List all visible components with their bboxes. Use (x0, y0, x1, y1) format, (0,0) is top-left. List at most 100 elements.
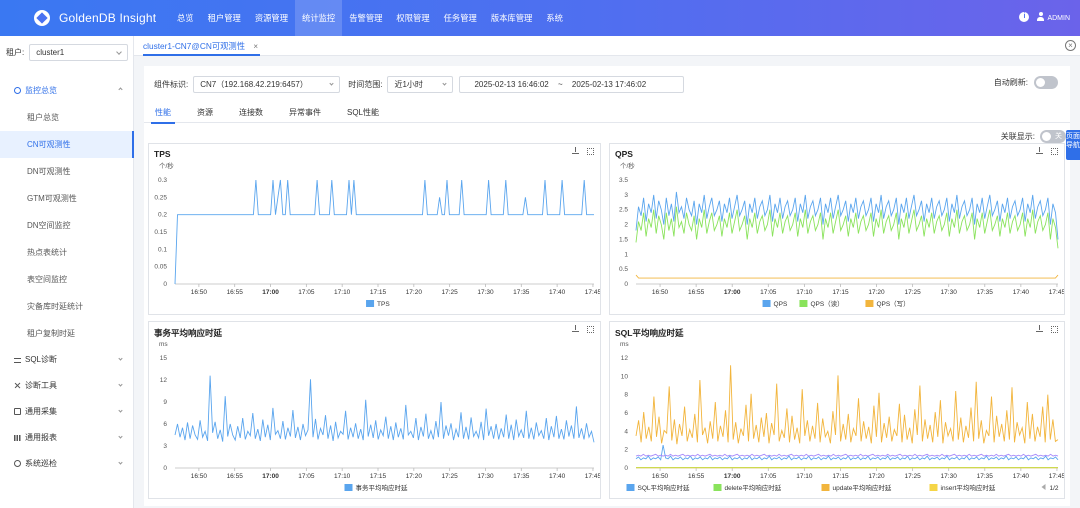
auto-refresh-label: 自动刷新: (993, 78, 1028, 87)
sidebar-group[interactable]: 通用采集 (0, 399, 134, 425)
x-tick-label: 17:40 (549, 289, 566, 296)
sidebar-item[interactable]: CN可观测性 (0, 131, 134, 158)
legend-swatch[interactable] (762, 300, 771, 307)
legend-label[interactable]: insert平均响应时延 (941, 483, 996, 492)
legend-label[interactable]: QPS（读） (810, 299, 843, 308)
sidebar-group[interactable]: SQL诊断 (0, 347, 134, 373)
y-tick-label: 1.5 (619, 236, 628, 243)
goldendb-logo-icon (34, 10, 50, 26)
sidebar-group[interactable]: 诊断工具 (0, 373, 134, 399)
series-line (635, 191, 1059, 240)
sub-tab[interactable]: SQL性能 (347, 104, 379, 123)
linked-display-toggle[interactable]: 关 (1040, 130, 1066, 143)
legend-label[interactable]: SQL平均响应时延 (638, 483, 691, 492)
y-tick-label: 0 (624, 465, 628, 472)
info-icon[interactable]: i (1019, 12, 1030, 22)
y-tick-label: 2 (624, 447, 628, 454)
datetime-range-picker[interactable]: 2025-02-13 16:46:02 ~ 2025-02-13 17:46:0… (459, 75, 685, 93)
sidebar-item[interactable]: GTM可观测性 (0, 185, 134, 212)
chart-svg: ms 0 3 6 9 12 15 16:50 16:55 17:00 17:05 17:10 17:15… (159, 341, 600, 492)
legend-swatch[interactable] (626, 484, 635, 491)
chevron-down-icon (118, 382, 123, 387)
nav-item[interactable]: 总览 (170, 0, 201, 36)
sub-tab[interactable]: 资源 (197, 104, 213, 123)
nav-item[interactable]: 任务管理 (437, 0, 484, 36)
legend-label[interactable]: 事务平均响应时延 (356, 483, 409, 492)
sql-icon (14, 358, 21, 363)
legend-label[interactable]: update平均响应时延 (833, 483, 892, 492)
user-menu[interactable]: ADMIN (1037, 12, 1070, 22)
legend-label[interactable]: delete平均响应时延 (725, 483, 782, 492)
y-tick-label: 0.5 (619, 266, 628, 273)
user-name: ADMIN (1047, 15, 1070, 22)
sidebar-group[interactable]: 系统巡检 (0, 451, 134, 477)
x-tick-label: 17:25 (904, 473, 921, 480)
page-tab-cn-observability[interactable]: cluster1-CN7@CN可观测性 × (143, 36, 260, 56)
time-range-select[interactable]: 近1小时 (387, 75, 454, 93)
nav-item[interactable]: 权限管理 (389, 0, 436, 36)
x-tick-label: 17:10 (334, 289, 351, 296)
end-time: 2025-02-13 17:46:02 (571, 79, 647, 89)
tenant-select[interactable]: cluster1 (29, 44, 129, 61)
sidebar-item[interactable]: 租户总览 (0, 104, 134, 131)
legend-swatch[interactable] (713, 484, 722, 491)
nav-item[interactable]: 系统 (539, 0, 570, 36)
y-tick-label: 0.1 (158, 246, 167, 253)
time-range-label: 时间范围: (348, 79, 383, 89)
x-tick-label: 17:40 (1013, 289, 1030, 296)
nav-item[interactable]: 资源管理 (248, 0, 295, 36)
sidebar-item[interactable]: DN空间监控 (0, 212, 134, 239)
tools-icon (14, 382, 21, 389)
x-tick-label: 16:50 (191, 289, 208, 296)
qps-chart-panel: QPS 个/秒 0 0.5 1 1.5 2 2.5 3 3.5 16:50 16:55 17:00 17:… (609, 143, 1065, 315)
legend-label[interactable]: QPS (774, 301, 788, 308)
legend-swatch[interactable] (344, 484, 353, 491)
sidebar-item[interactable]: 灾备库时延统计 (0, 293, 134, 320)
sidebar-item[interactable]: 租户复制时延 (0, 320, 134, 347)
legend-swatch[interactable] (929, 484, 938, 491)
auto-refresh-toggle[interactable] (1034, 76, 1058, 89)
x-tick-label: 16:50 (191, 473, 208, 480)
nav-item[interactable]: 版本库管理 (484, 0, 540, 36)
x-tick-label: 17:35 (977, 473, 994, 480)
sidebar-group-label: 通用报表 (25, 433, 57, 442)
sub-tab[interactable]: 异常事件 (289, 104, 321, 123)
chevron-down-icon (118, 434, 123, 439)
x-tick-label: 17:15 (832, 473, 849, 480)
component-select[interactable]: CN7（192.168.42.219:6457） (193, 75, 341, 93)
x-tick-label: 17:10 (334, 473, 351, 480)
sidebar-item[interactable]: DN可观测性 (0, 158, 134, 185)
chart-svg: ms 0 2 4 6 8 10 12 16:50 16:55 17:00 17:05 17:10 17:1… (620, 341, 1064, 492)
collect-icon (14, 408, 21, 415)
legend-label[interactable]: QPS（写） (876, 300, 909, 308)
sidebar-item[interactable]: 热点表统计 (0, 239, 134, 266)
x-tick-label: 17:05 (760, 289, 777, 296)
tenant-selector-row: 租户: cluster1 (6, 44, 129, 61)
legend-swatch[interactable] (799, 300, 808, 307)
tenant-value: cluster1 (36, 48, 65, 57)
sub-tab[interactable]: 连接数 (239, 104, 263, 123)
legend-label[interactable]: TPS (377, 301, 390, 308)
close-all-tabs-icon[interactable]: × (1065, 40, 1076, 51)
legend-swatch[interactable] (821, 484, 830, 491)
nav-item[interactable]: 租户管理 (201, 0, 248, 36)
top-right-tools: i ADMIN (1019, 12, 1070, 22)
sidebar-group[interactable]: 监控总览 (0, 78, 134, 104)
y-tick-label: 2 (624, 222, 628, 229)
app-logo[interactable]: GoldenDB Insight (34, 10, 156, 26)
x-tick-label: 17:00 (262, 289, 279, 296)
eye-icon (14, 87, 21, 94)
nav-item[interactable]: 统计监控 (295, 0, 343, 36)
sidebar-group[interactable]: 通用报表 (0, 425, 134, 451)
x-tick-label: 17:20 (406, 473, 423, 480)
sidebar-item[interactable]: 表空间监控 (0, 266, 134, 293)
nav-item[interactable]: 告警管理 (342, 0, 389, 36)
page-navigation-tab[interactable]: 页面导航 (1066, 130, 1080, 160)
sub-tab[interactable]: 性能 (151, 104, 175, 124)
x-tick-label: 17:35 (513, 473, 530, 480)
legend-swatch[interactable] (865, 300, 874, 307)
legend-swatch[interactable] (366, 300, 375, 307)
legend-prev-icon[interactable] (1041, 484, 1046, 490)
x-tick-label: 17:10 (796, 289, 813, 296)
close-tab-icon[interactable]: × (253, 42, 258, 51)
